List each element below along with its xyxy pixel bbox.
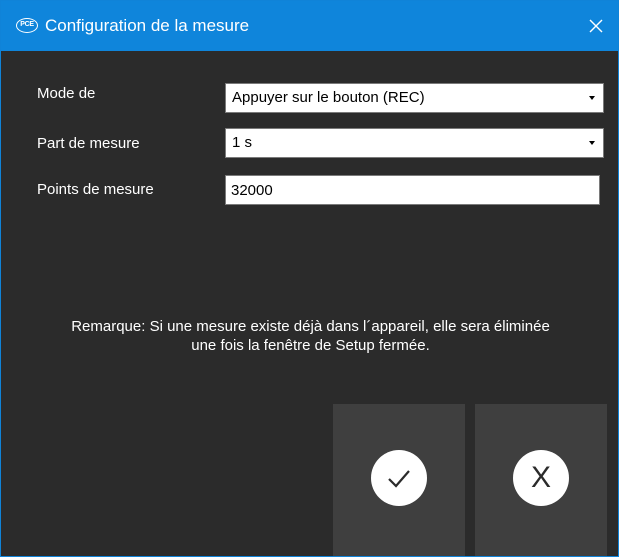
points-input[interactable] bbox=[225, 175, 600, 205]
confirm-circle bbox=[371, 450, 427, 506]
rate-select-value: 1 s bbox=[232, 134, 253, 151]
rate-label: Part de mesure bbox=[37, 135, 140, 152]
remark-line-2: une fois la fenêtre de Setup fermée. bbox=[191, 337, 430, 354]
dropdown-arrow-icon bbox=[589, 141, 595, 145]
remark-text: Remarque: Si une mesure existe déjà dans… bbox=[21, 317, 600, 355]
measurement-config-dialog: PCE Configuration de la mesure Mode de A… bbox=[0, 0, 619, 557]
window-title: Configuration de la mesure bbox=[45, 16, 250, 35]
rate-select[interactable]: 1 s bbox=[225, 128, 604, 158]
mode-label: Mode de bbox=[37, 85, 96, 102]
mode-select[interactable]: Appuyer sur le bouton (REC) bbox=[225, 83, 604, 113]
dropdown-arrow-icon bbox=[589, 96, 595, 100]
close-button[interactable] bbox=[574, 1, 618, 51]
close-icon bbox=[589, 19, 603, 33]
title-bar: PCE Configuration de la mesure bbox=[1, 1, 618, 51]
cancel-label: X bbox=[530, 461, 551, 494]
cancel-button[interactable]: X bbox=[475, 404, 607, 556]
checkmark-icon bbox=[388, 470, 410, 488]
app-logo-icon: PCE bbox=[16, 18, 38, 33]
points-label: Points de mesure bbox=[37, 181, 154, 198]
confirm-button[interactable] bbox=[333, 404, 465, 556]
remark-line-1: Remarque: Si une mesure existe déjà dans… bbox=[71, 318, 550, 335]
cancel-circle: X bbox=[513, 450, 569, 506]
mode-select-value: Appuyer sur le bouton (REC) bbox=[232, 89, 425, 106]
